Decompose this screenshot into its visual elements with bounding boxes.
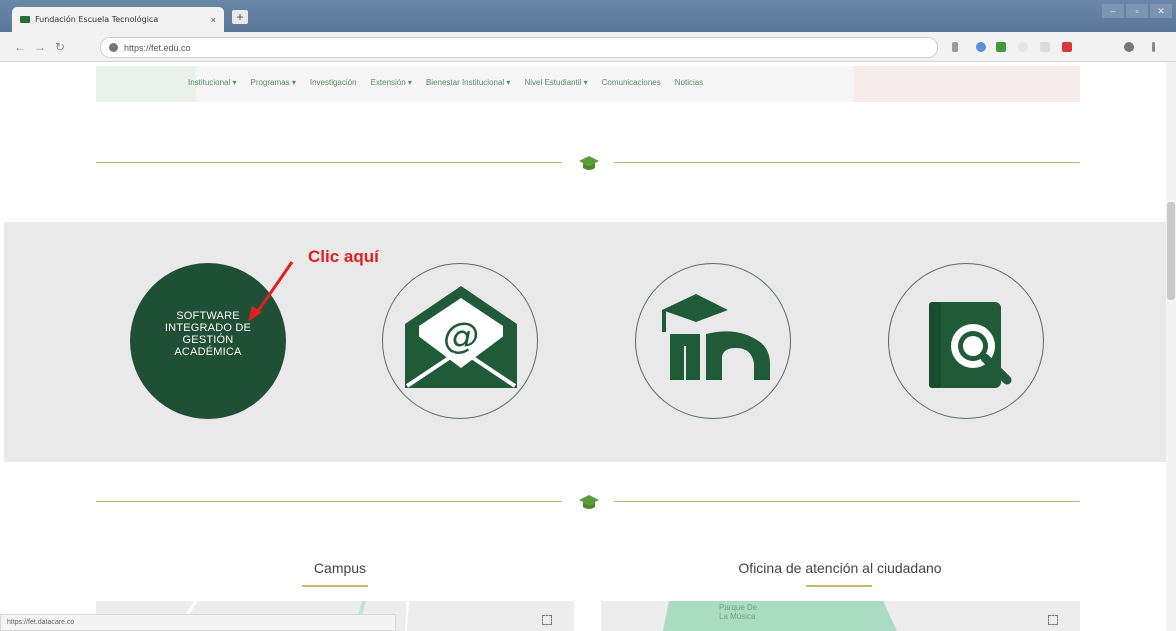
nav-item-comunicaciones[interactable]: Comunicaciones — [602, 78, 661, 87]
scrollbar-track[interactable] — [1166, 62, 1176, 631]
site-info-icon[interactable] — [109, 43, 118, 52]
divider-line — [614, 162, 1080, 163]
email-button[interactable]: @ — [382, 263, 538, 419]
browser-toolbar: ← → ↻ https://fet.edu.co — [0, 32, 1176, 62]
tab-close-icon[interactable]: × — [211, 15, 216, 25]
library-button[interactable] — [888, 263, 1044, 419]
site-navigation: Institucional ▾ Programas ▾ Investigació… — [96, 66, 1080, 102]
nav-item-nivel-estudiantil[interactable]: Nivel Estudiantil ▾ — [524, 78, 587, 87]
minimize-icon[interactable]: ‒ — [1102, 4, 1124, 18]
office-map[interactable]: Parque De La Música — [601, 601, 1080, 631]
nav-item-noticias[interactable]: Noticias — [675, 78, 703, 87]
status-bar: https://fet.datacare.co — [0, 614, 396, 631]
nav-item-institucional[interactable]: Institucional ▾ — [188, 78, 236, 87]
back-arrow-icon[interactable]: ← — [10, 40, 30, 54]
fullscreen-icon[interactable] — [542, 615, 552, 625]
annotation-label: Clic aquí — [308, 247, 379, 266]
maximize-icon[interactable]: ▫ — [1126, 4, 1148, 18]
campus-title-underline — [302, 585, 368, 587]
moodle-button[interactable] — [635, 263, 791, 419]
nav-item-programas[interactable]: Programas ▾ — [250, 78, 295, 87]
office-title-underline — [806, 585, 872, 587]
extension-green-icon[interactable] — [996, 42, 1006, 52]
divider-line — [614, 501, 1080, 502]
site-nav-menu: Institucional ▾ Programas ▾ Investigació… — [188, 78, 703, 87]
section-divider — [96, 153, 1080, 173]
divider-line — [96, 501, 562, 502]
divider-line — [96, 162, 562, 163]
address-text: https://fet.edu.co — [124, 42, 191, 53]
svg-text:@: @ — [443, 316, 479, 357]
tab-title: Fundación Escuela Tecnológica — [35, 15, 159, 24]
office-title: Oficina de atención al ciudadano — [738, 560, 942, 576]
reload-icon[interactable]: ↻ — [50, 40, 70, 54]
bookmark-icon[interactable] — [952, 42, 958, 52]
moodle-logo-icon — [662, 294, 770, 380]
nav-item-extension[interactable]: Extensión ▾ — [371, 78, 412, 87]
address-bar[interactable]: https://fet.edu.co — [100, 37, 938, 58]
tab-bar: Fundación Escuela Tecnológica × + ‒ ▫ ✕ — [0, 0, 1176, 32]
graduation-cap-icon — [579, 156, 599, 170]
scrollbar-thumb[interactable] — [1167, 202, 1175, 300]
extension-grey-icon[interactable] — [1018, 42, 1028, 52]
new-tab-button[interactable]: + — [232, 10, 248, 24]
browser-window: Fundación Escuela Tecnológica × + ‒ ▫ ✕ … — [0, 0, 1176, 631]
map-place-label: Parque De La Música — [719, 603, 758, 621]
menu-dots-icon[interactable] — [1152, 42, 1155, 52]
extension-blue-icon[interactable] — [976, 42, 986, 52]
annotation-arrow-icon — [248, 261, 294, 322]
site-favicon-icon — [20, 16, 30, 23]
graduation-cap-icon — [579, 495, 599, 509]
profile-icon[interactable] — [1124, 42, 1134, 52]
fullscreen-icon[interactable] — [1048, 615, 1058, 625]
nav-item-bienestar[interactable]: Bienestar Institucional ▾ — [426, 78, 511, 87]
book-search-icon — [929, 302, 1012, 388]
forward-arrow-icon[interactable]: → — [30, 40, 50, 54]
envelope-at-icon: @ — [405, 286, 517, 388]
section-divider — [96, 492, 1080, 512]
extension-red-icon[interactable] — [1062, 42, 1072, 52]
close-window-icon[interactable]: ✕ — [1150, 4, 1172, 18]
nav-item-investigacion[interactable]: Investigación — [310, 78, 357, 87]
nav-left-banner — [96, 66, 196, 102]
map-park-shape — [663, 601, 897, 631]
window-controls: ‒ ▫ ✕ — [1102, 4, 1172, 18]
nav-right-banner — [854, 66, 1080, 102]
extension-c-icon[interactable] — [1040, 42, 1050, 52]
browser-tab[interactable]: Fundación Escuela Tecnológica × — [12, 7, 224, 32]
campus-title: Campus — [313, 560, 367, 576]
